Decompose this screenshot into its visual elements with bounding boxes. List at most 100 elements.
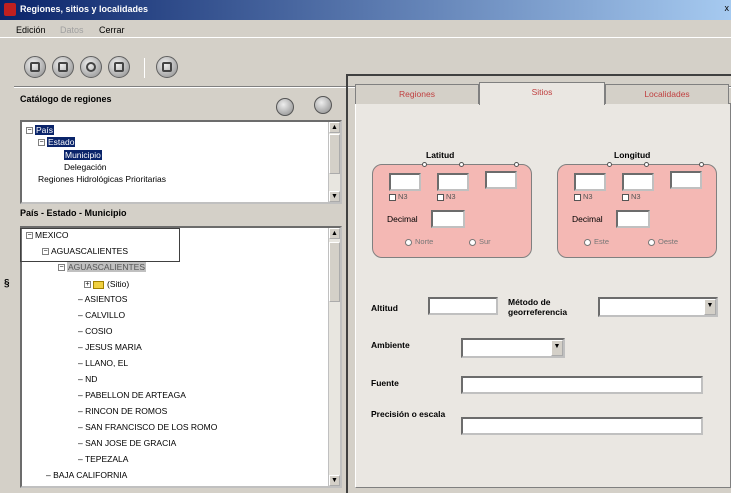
- hierarchy-title: País - Estado - Municipio: [20, 208, 127, 218]
- tree-node-nd[interactable]: – ND: [78, 374, 97, 385]
- scroll-thumb[interactable]: [329, 134, 340, 174]
- tree-node-regiones[interactable]: Regiones Hidrológicas Prioritarias: [38, 174, 328, 185]
- tree-node-mexico[interactable]: − MEXICO: [26, 230, 69, 241]
- radio-icon[interactable]: [648, 238, 655, 246]
- scroll-down-arrow[interactable]: ▼: [329, 191, 340, 202]
- exit-button[interactable]: [156, 56, 178, 78]
- collapse-icon[interactable]: −: [58, 264, 65, 272]
- scroll-thumb[interactable]: [329, 242, 340, 302]
- tree-node-pabellon[interactable]: – PABELLON DE ARTEAGA: [78, 390, 186, 401]
- altitud-input[interactable]: [428, 297, 498, 315]
- window-title: Regiones, sitios y localidades: [20, 4, 149, 14]
- splitter-grip-icon[interactable]: §: [4, 278, 10, 289]
- checkbox-icon[interactable]: [389, 193, 396, 201]
- tab-localidades[interactable]: Localidades: [605, 84, 729, 104]
- hierarchy-scrollbar[interactable]: ▲ ▼: [328, 228, 340, 486]
- longitud-check-2[interactable]: N3: [622, 192, 641, 201]
- nav-icon: [30, 62, 40, 72]
- latitud-check-2[interactable]: N3: [437, 192, 456, 201]
- checkbox-icon[interactable]: [622, 193, 629, 201]
- tab-sitios[interactable]: Sitios: [479, 82, 605, 105]
- tree-node-tepezala[interactable]: – TEPEZALA: [78, 454, 128, 465]
- catalog-title: Catálogo de regiones: [20, 94, 112, 104]
- title-bar: Regiones, sitios y localidades x: [0, 0, 731, 20]
- latitud-minutes-input[interactable]: [437, 173, 469, 191]
- tree-node-san-francisco[interactable]: – SAN FRANCISCO DE LOS ROMO: [78, 422, 217, 433]
- longitud-decimal-input[interactable]: [616, 210, 650, 228]
- longitud-seconds-input[interactable]: [670, 171, 702, 189]
- tab-regiones[interactable]: Regiones: [355, 84, 479, 104]
- latitud-check-1[interactable]: N3: [389, 192, 408, 201]
- pencil-icon: [114, 62, 124, 72]
- checkbox-icon[interactable]: [574, 193, 581, 201]
- tree-node-san-jose[interactable]: – SAN JOSE DE GRACIA: [78, 438, 176, 449]
- precision-input[interactable]: [461, 417, 703, 435]
- scroll-up-arrow[interactable]: ▲: [329, 122, 340, 133]
- hierarchy-tree[interactable]: − MEXICO − AGUASCALIENTES − AGUASCALIENTES …: [20, 226, 342, 488]
- ambiente-select[interactable]: ▼: [461, 338, 565, 358]
- tree-node-llano[interactable]: – LLANO, EL: [78, 358, 128, 369]
- tree-node-estado[interactable]: − AGUASCALIENTES: [42, 246, 128, 257]
- toolbar: [16, 56, 216, 84]
- catalog-scrollbar[interactable]: ▲ ▼: [328, 122, 340, 202]
- collapse-icon[interactable]: −: [26, 232, 33, 240]
- radio-icon[interactable]: [584, 238, 591, 246]
- radio-icon[interactable]: [469, 238, 476, 246]
- cancel-icon: [86, 62, 96, 72]
- longitud-title: Longitud: [614, 150, 651, 160]
- catalog-expand-button[interactable]: [276, 98, 294, 116]
- metodo-select[interactable]: ▼: [598, 297, 718, 317]
- cancel-button[interactable]: [80, 56, 102, 78]
- menu-edicion[interactable]: Edición: [16, 25, 46, 35]
- catalog-refresh-button[interactable]: [314, 96, 332, 114]
- app-icon: [4, 3, 16, 16]
- expand-icon[interactable]: +: [84, 281, 91, 289]
- second-marker: [699, 162, 704, 167]
- tree-node-municipio[interactable]: − AGUASCALIENTES: [58, 262, 146, 273]
- collapse-icon[interactable]: −: [26, 127, 33, 135]
- tree-node-municipio[interactable]: Municipio: [64, 150, 102, 161]
- collapse-icon[interactable]: −: [42, 248, 49, 256]
- scroll-up-arrow[interactable]: ▲: [329, 228, 340, 239]
- altitud-label: Altitud: [371, 303, 398, 313]
- radio-icon[interactable]: [405, 238, 412, 246]
- tree-node-pais[interactable]: − País: [26, 125, 55, 136]
- chevron-down-icon[interactable]: ▼: [704, 299, 716, 315]
- close-button[interactable]: x: [725, 3, 730, 13]
- longitud-oeste-radio[interactable]: Oeste: [648, 237, 678, 246]
- tree-node-jesus-maria[interactable]: – JESUS MARIA: [78, 342, 142, 353]
- save-button[interactable]: [52, 56, 74, 78]
- latitud-decimal-input[interactable]: [431, 210, 465, 228]
- latitud-sur-radio[interactable]: Sur: [469, 237, 491, 246]
- latitud-degrees-input[interactable]: [389, 173, 421, 191]
- latitud-norte-radio[interactable]: Norte: [405, 237, 433, 246]
- longitud-degrees-input[interactable]: [574, 173, 606, 191]
- tree-node-cosio[interactable]: – COSIO: [78, 326, 113, 337]
- tree-node-calvillo[interactable]: – CALVILLO: [78, 310, 125, 321]
- ambiente-label: Ambiente: [371, 340, 410, 350]
- scroll-down-arrow[interactable]: ▼: [329, 475, 340, 486]
- collapse-icon[interactable]: −: [38, 139, 45, 147]
- menu-cerrar[interactable]: Cerrar: [99, 25, 125, 35]
- tree-node-sitio[interactable]: + (Sitio): [84, 279, 129, 290]
- exit-door-icon: [162, 62, 172, 72]
- tree-node-baja-california[interactable]: – BAJA CALIFORNIA: [46, 470, 127, 481]
- longitud-check-1[interactable]: N3: [574, 192, 593, 201]
- second-marker: [514, 162, 519, 167]
- latitud-title: Latitud: [426, 150, 455, 160]
- edit-button[interactable]: [108, 56, 130, 78]
- longitud-este-radio[interactable]: Este: [584, 237, 609, 246]
- fuente-input[interactable]: [461, 376, 703, 394]
- checkbox-icon[interactable]: [437, 193, 444, 201]
- menu-datos[interactable]: Datos: [60, 25, 84, 35]
- tree-node-asientos[interactable]: – ASIENTOS: [78, 294, 127, 305]
- first-record-button[interactable]: [24, 56, 46, 78]
- catalog-tree[interactable]: − País − Estado Municipio Delegación Regio…: [20, 120, 342, 204]
- latitud-seconds-input[interactable]: [485, 171, 517, 189]
- tree-node-rincon[interactable]: – RINCON DE ROMOS: [78, 406, 167, 417]
- longitud-minutes-input[interactable]: [622, 173, 654, 191]
- folder-icon: [93, 280, 104, 289]
- tree-node-estado[interactable]: − Estado: [38, 137, 76, 148]
- tree-node-delegacion[interactable]: Delegación: [64, 162, 107, 173]
- chevron-down-icon[interactable]: ▼: [551, 340, 563, 356]
